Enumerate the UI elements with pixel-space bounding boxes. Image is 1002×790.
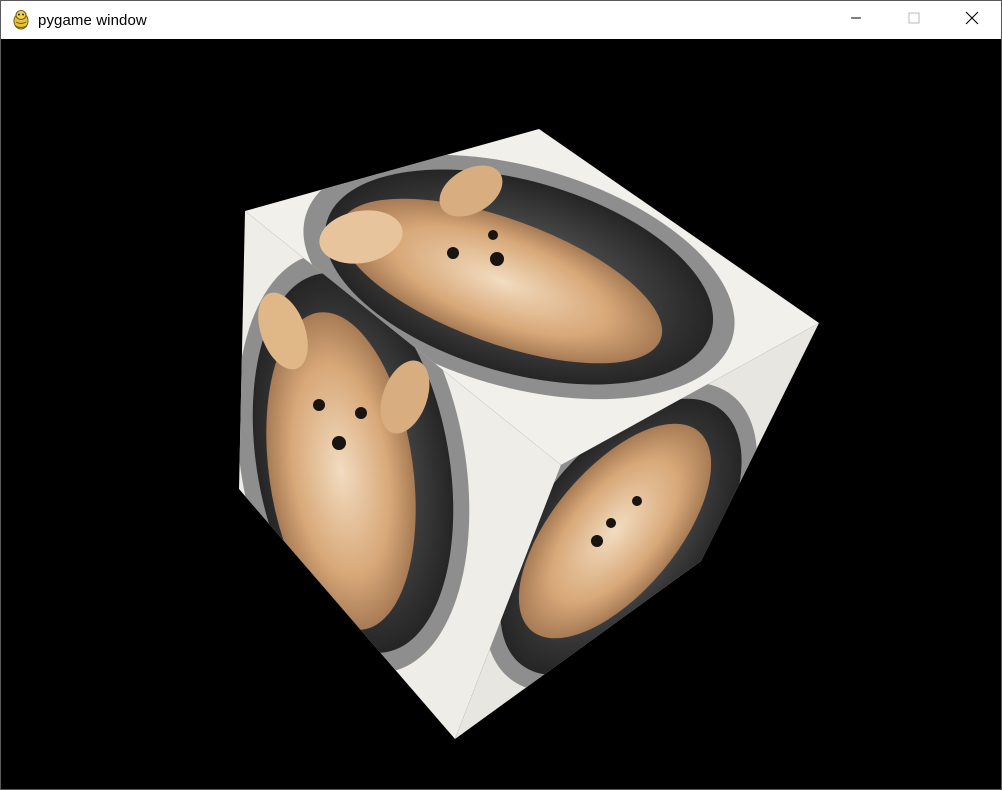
window-controls — [827, 1, 1001, 39]
window-title: pygame window — [38, 11, 147, 29]
title-bar[interactable]: pygame window — [1, 1, 1001, 39]
pygame-window: pygame window — [0, 0, 1002, 790]
maximize-button[interactable] — [885, 1, 943, 39]
cube-scene — [239, 129, 819, 739]
minimize-button[interactable] — [827, 1, 885, 39]
maximize-icon — [908, 11, 920, 29]
render-viewport[interactable] — [1, 39, 1001, 789]
close-icon — [965, 11, 979, 30]
close-button[interactable] — [943, 1, 1001, 39]
pygame-snake-icon — [10, 9, 32, 31]
minimize-icon — [850, 11, 862, 29]
